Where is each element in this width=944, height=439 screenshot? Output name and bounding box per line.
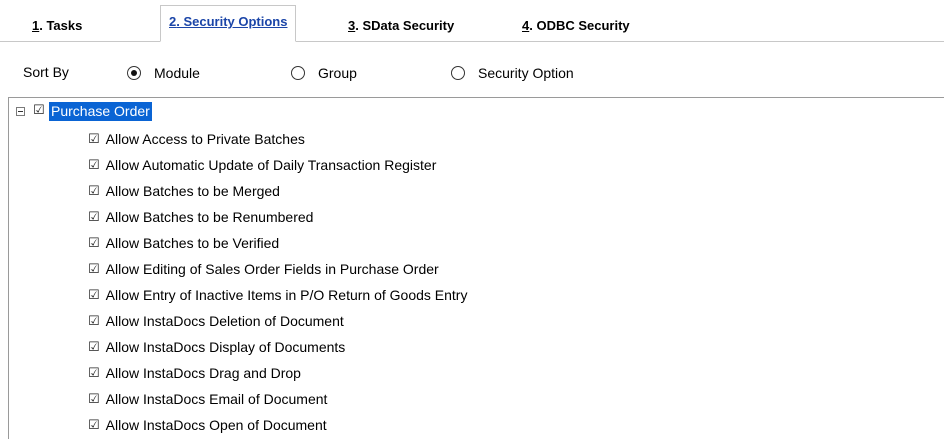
- tree-item[interactable]: ☑ Allow Batches to be Renumbered: [88, 207, 313, 227]
- checkbox-checked-icon[interactable]: ☑: [88, 419, 100, 432]
- checkbox-checked-icon[interactable]: ☑: [88, 263, 100, 276]
- checkbox-checked-icon[interactable]: ☑: [88, 211, 100, 224]
- tab-security-options[interactable]: 2. Security Options: [160, 5, 297, 42]
- checkbox-checked-icon[interactable]: ☑: [88, 237, 100, 250]
- radio-unselected-icon[interactable]: [451, 66, 465, 80]
- tree-root-label[interactable]: Purchase Order: [49, 102, 152, 121]
- tree-item-label: Allow InstaDocs Drag and Drop: [105, 365, 301, 381]
- tab-bar: 1. Tasks 2. Security Options 3. SData Se…: [0, 0, 944, 42]
- tree-item[interactable]: ☑ Allow Access to Private Batches: [88, 129, 305, 149]
- checkbox-checked-icon[interactable]: ☑: [88, 393, 100, 406]
- sort-group-label: Group: [318, 65, 357, 81]
- tab-odbc-security-label: . ODBC Security: [529, 18, 630, 33]
- tab-security-options-label: . Security Options: [176, 14, 288, 29]
- tree-item-label: Allow Automatic Update of Daily Transact…: [105, 157, 437, 173]
- checkbox-checked-icon[interactable]: ☑: [88, 159, 100, 172]
- checkbox-checked-icon[interactable]: ☑: [33, 104, 45, 117]
- tree-item-label: Allow Access to Private Batches: [105, 131, 305, 147]
- radio-selected-icon[interactable]: [127, 66, 141, 80]
- tab-sdata-security[interactable]: 3. SData Security: [348, 9, 454, 42]
- radio-unselected-icon[interactable]: [291, 66, 305, 80]
- tab-tasks-label: . Tasks: [39, 18, 83, 33]
- tab-sdata-security-label: . SData Security: [355, 18, 455, 33]
- checkbox-checked-icon[interactable]: ☑: [88, 341, 100, 354]
- tree-item-label: Allow InstaDocs Deletion of Document: [105, 313, 344, 329]
- sort-by-label: Sort By: [23, 64, 69, 80]
- tree-item-label: Allow InstaDocs Open of Document: [105, 417, 327, 433]
- tree-item-label: Allow Batches to be Merged: [105, 183, 280, 199]
- tree-item[interactable]: ☑ Allow InstaDocs Deletion of Document: [88, 311, 344, 331]
- tree-item-label: Allow InstaDocs Display of Documents: [105, 339, 346, 355]
- checkbox-checked-icon[interactable]: ☑: [88, 185, 100, 198]
- tree-item-label: Allow Editing of Sales Order Fields in P…: [105, 261, 439, 277]
- checkbox-checked-icon[interactable]: ☑: [88, 133, 100, 146]
- tree-item[interactable]: ☑ Allow InstaDocs Email of Document: [88, 389, 327, 409]
- tree-item[interactable]: ☑ Allow Editing of Sales Order Fields in…: [88, 259, 439, 279]
- collapse-icon[interactable]: [16, 107, 25, 116]
- checkbox-checked-icon[interactable]: ☑: [88, 289, 100, 302]
- sort-security-option-label: Security Option: [478, 65, 574, 81]
- sort-module-radio[interactable]: Module: [127, 62, 200, 84]
- checkbox-checked-icon[interactable]: ☑: [88, 367, 100, 380]
- security-options-window: 1. Tasks 2. Security Options 3. SData Se…: [0, 0, 944, 439]
- sort-security-option-radio[interactable]: Security Option: [451, 62, 574, 84]
- tree-item-label: Allow Batches to be Verified: [105, 235, 280, 251]
- tree-item-label: Allow InstaDocs Email of Document: [105, 391, 328, 407]
- sort-module-label: Module: [154, 65, 200, 81]
- tab-tasks[interactable]: 1. Tasks: [32, 9, 82, 42]
- tree-item-label: Allow Entry of Inactive Items in P/O Ret…: [105, 287, 468, 303]
- tree-item[interactable]: ☑ Allow InstaDocs Display of Documents: [88, 337, 345, 357]
- tree-item[interactable]: ☑ Allow Automatic Update of Daily Transa…: [88, 155, 436, 175]
- tab-odbc-security[interactable]: 4. ODBC Security: [522, 9, 630, 42]
- tree-item[interactable]: ☑ Allow Batches to be Merged: [88, 181, 280, 201]
- sort-group-radio[interactable]: Group: [291, 62, 357, 84]
- tree-item[interactable]: ☑ Allow InstaDocs Drag and Drop: [88, 363, 301, 383]
- checkbox-checked-icon[interactable]: ☑: [88, 315, 100, 328]
- tree-item[interactable]: ☑ Allow Batches to be Verified: [88, 233, 279, 253]
- tab-divider: [0, 41, 944, 42]
- tree-item[interactable]: ☑ Allow InstaDocs Open of Document: [88, 415, 327, 435]
- tree-item-label: Allow Batches to be Renumbered: [105, 209, 314, 225]
- security-options-tree[interactable]: ☑ Purchase Order ☑ Allow Access to Priva…: [8, 97, 944, 439]
- tree-item[interactable]: ☑ Allow Entry of Inactive Items in P/O R…: [88, 285, 467, 305]
- sort-by-row: Sort By Module Group Security Option: [0, 56, 944, 90]
